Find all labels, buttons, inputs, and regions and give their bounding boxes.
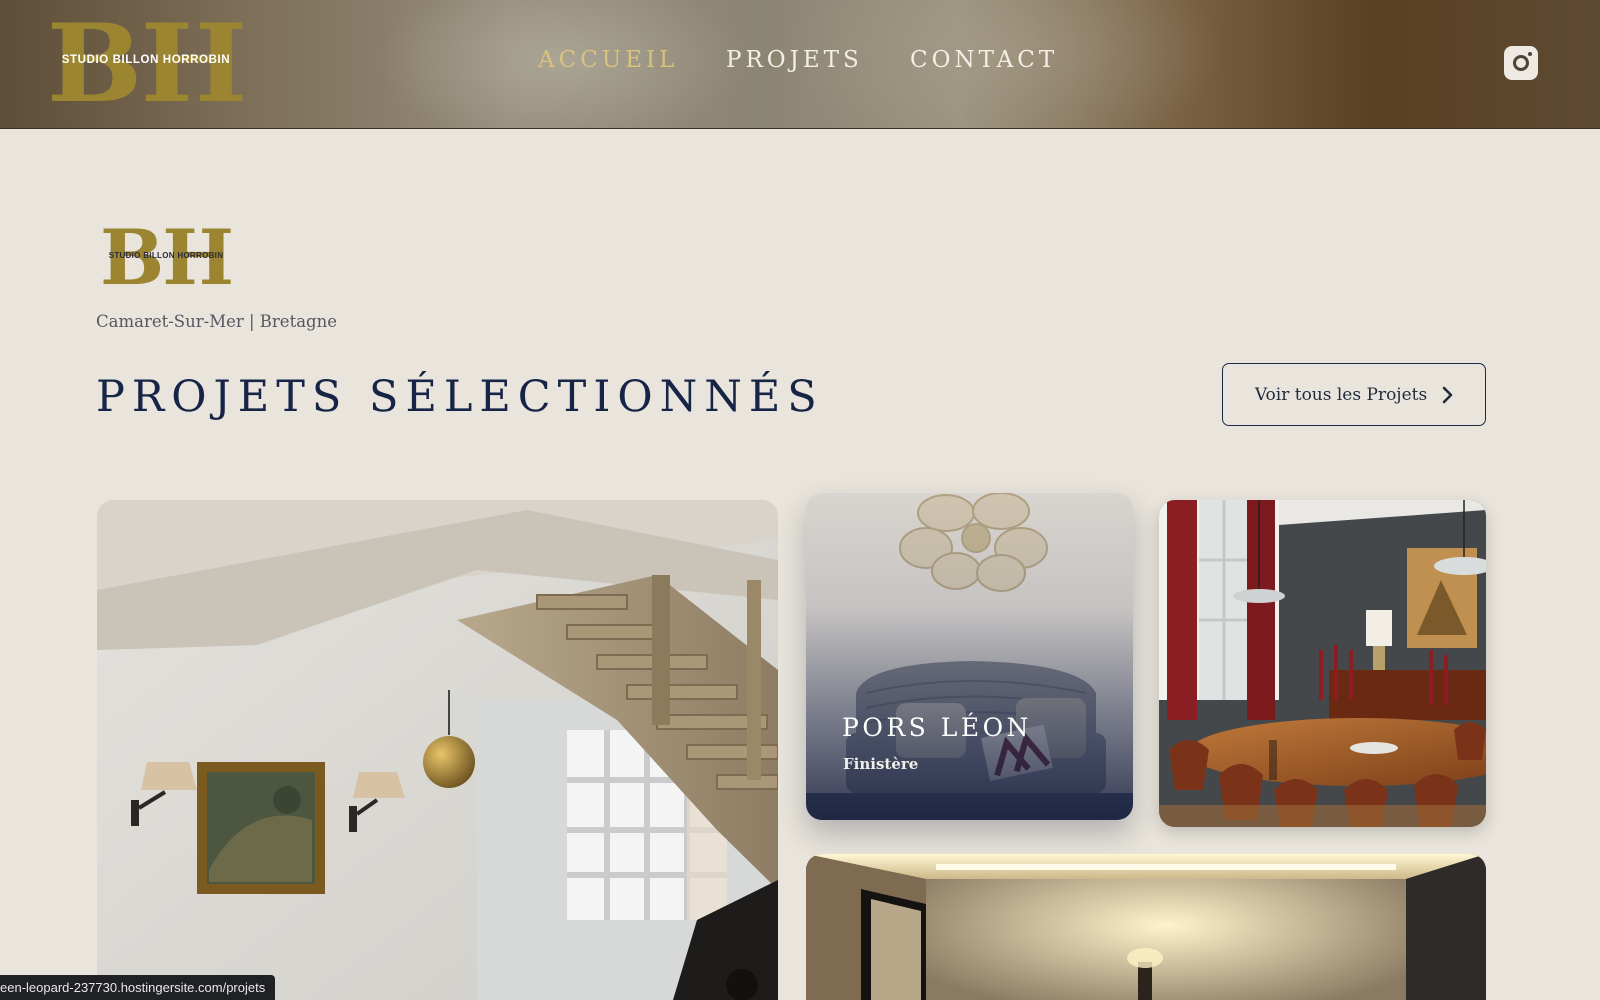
status-bar-url: een-leopard-237730.hostingersite.com/pro…	[0, 975, 276, 1000]
instagram-lens	[1513, 55, 1529, 71]
room-photo	[806, 854, 1486, 1000]
nav-item-accueil[interactable]: ACCUEIL	[538, 47, 678, 73]
project-title: PORS LÉON	[842, 713, 1032, 742]
project-card-room[interactable]	[806, 854, 1486, 1000]
view-all-projects-button[interactable]: Voir tous les Projets	[1222, 363, 1486, 426]
chevron-right-icon	[1441, 386, 1453, 404]
section-title: PROJETS SÉLECTIONNÉS	[96, 372, 824, 422]
nav-item-projets[interactable]: PROJETS	[726, 47, 863, 73]
dining-photo	[1159, 500, 1486, 827]
staircase-photo	[97, 500, 778, 1000]
instagram-flash	[1528, 52, 1532, 56]
site-header: BH STUDIO BILLON HORROBIN ACCUEIL PROJET…	[0, 0, 1600, 129]
view-all-label: Voir tous les Projets	[1254, 384, 1428, 405]
intro-logo: BH STUDIO BILLON HORROBIN	[98, 220, 234, 296]
project-card-staircase[interactable]	[97, 500, 778, 1000]
project-subtitle: Finistère	[843, 755, 919, 773]
instagram-icon[interactable]	[1504, 46, 1538, 80]
brand-logo[interactable]: BH STUDIO BILLON HORROBIN	[46, 10, 248, 118]
nav-item-contact[interactable]: CONTACT	[910, 47, 1058, 73]
brand-wordmark: STUDIO BILLON HORROBIN	[61, 54, 231, 66]
intro-wordmark: STUDIO BILLON HORROBIN	[108, 251, 224, 260]
location-text: Camaret-Sur-Mer | Bretagne	[96, 312, 337, 331]
project-card-dining[interactable]	[1159, 500, 1486, 827]
project-card-pors-leon[interactable]: PORS LÉON Finistère	[806, 493, 1133, 820]
